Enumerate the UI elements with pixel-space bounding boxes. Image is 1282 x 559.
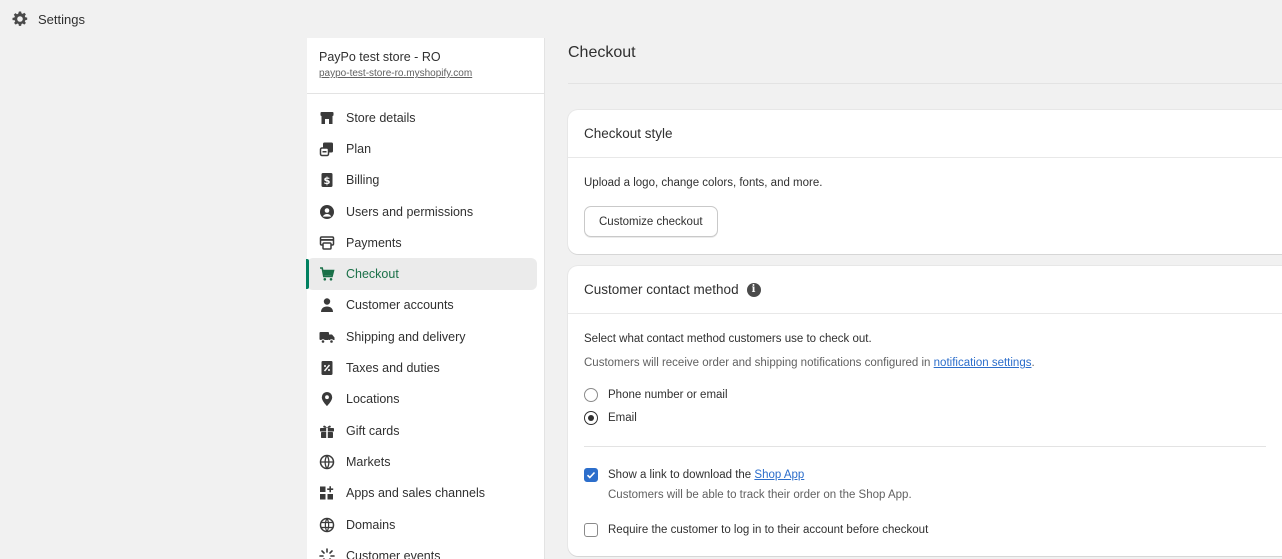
store-icon — [319, 110, 335, 126]
radio-email[interactable]: Email — [584, 411, 637, 425]
sidebar-item-locations[interactable]: Locations — [307, 384, 537, 415]
sidebar-item-markets[interactable]: Markets — [307, 446, 537, 477]
sidebar-item-payments[interactable]: Payments — [307, 227, 537, 258]
require-login-checkbox[interactable] — [584, 523, 598, 537]
top-bar: Settings — [0, 0, 1282, 38]
require-login-checkbox-row[interactable]: Require the customer to log in to their … — [584, 523, 928, 537]
radio-phone-or-email[interactable]: Phone number or email — [584, 388, 728, 402]
title-divider — [568, 83, 1282, 84]
sidebar-item-apps[interactable]: Apps and sales channels — [307, 478, 537, 509]
contact-method-card: Customer contact method i Select what co… — [568, 266, 1282, 556]
sidebar-item-store-details[interactable]: Store details — [307, 102, 537, 133]
receipt-icon — [319, 360, 335, 376]
sidebar-item-users[interactable]: Users and permissions — [307, 196, 537, 227]
truck-icon — [319, 329, 335, 345]
shop-app-checkbox-row[interactable]: Show a link to download the Shop App — [584, 468, 804, 482]
sidebar-item-checkout[interactable]: Checkout — [306, 258, 537, 290]
customize-checkout-button[interactable]: Customize checkout — [584, 206, 718, 237]
radio-phone-or-email-control[interactable] — [584, 388, 598, 402]
cart-icon — [319, 266, 335, 282]
sidebar-item-taxes[interactable]: Taxes and duties — [307, 352, 537, 383]
notification-note-text: Customers will receive order and shippin… — [584, 357, 934, 369]
domain-globe-icon — [319, 517, 335, 533]
page-title: Checkout — [568, 44, 636, 61]
shop-app-help: Customers will be able to track their or… — [608, 489, 912, 501]
sidebar-item-customer-events[interactable]: Customer events — [307, 540, 537, 559]
notification-note-period: . — [1031, 357, 1035, 369]
radio-email-label: Email — [608, 412, 637, 424]
notification-settings-link[interactable]: notification settings — [934, 357, 1032, 369]
location-pin-icon — [319, 391, 335, 407]
apps-icon — [319, 485, 335, 501]
settings-title: Settings — [38, 11, 85, 27]
section-divider — [584, 446, 1266, 447]
radio-phone-or-email-label: Phone number or email — [608, 389, 728, 401]
main-content: Checkout Checkout style Upload a logo, c… — [545, 38, 1282, 559]
require-login-label: Require the customer to log in to their … — [608, 524, 929, 536]
notification-note: Customers will receive order and shippin… — [584, 357, 1035, 369]
shop-app-checkbox[interactable] — [584, 468, 598, 482]
store-name: PayPo test store - RO — [319, 50, 441, 64]
contact-method-header: Customer contact method i — [568, 266, 1282, 314]
billing-icon: $ — [319, 172, 335, 188]
contact-method-description: Select what contact method customers use… — [584, 333, 872, 345]
plan-icon — [319, 141, 335, 157]
sidebar-item-shipping[interactable]: Shipping and delivery — [307, 321, 537, 352]
store-url-link[interactable]: paypo-test-store-ro.myshopify.com — [319, 68, 534, 79]
sidebar-item-gift-cards[interactable]: Gift cards — [307, 415, 537, 446]
shop-app-link[interactable]: Shop App — [754, 469, 804, 481]
svg-text:$: $ — [324, 176, 331, 187]
checkout-style-card: Checkout style Upload a logo, change col… — [568, 110, 1282, 254]
sidebar-item-domains[interactable]: Domains — [307, 509, 537, 540]
left-backdrop — [0, 38, 307, 559]
sidebar-item-customer-accounts[interactable]: Customer accounts — [307, 290, 537, 321]
info-icon[interactable]: i — [746, 282, 761, 297]
payments-icon — [319, 235, 335, 251]
events-icon — [319, 547, 335, 559]
globe-icon — [319, 454, 335, 470]
settings-nav: Store details Plan $ Billing Users and p… — [306, 94, 544, 559]
contact-method-heading: Customer contact method — [584, 282, 739, 297]
person-icon — [319, 297, 335, 313]
shop-app-label-text: Show a link to download the — [608, 469, 755, 481]
settings-sidebar: PayPo test store - RO paypo-test-store-r… — [306, 38, 545, 559]
sidebar-item-plan[interactable]: Plan — [307, 133, 537, 164]
shop-app-label: Show a link to download the Shop App — [608, 469, 804, 481]
user-circle-icon — [319, 204, 335, 220]
checkout-style-heading: Checkout style — [568, 110, 1282, 158]
store-header: PayPo test store - RO paypo-test-store-r… — [307, 38, 544, 94]
checkout-style-description: Upload a logo, change colors, fonts, and… — [584, 177, 823, 189]
gift-icon — [319, 423, 335, 439]
radio-email-control[interactable] — [584, 411, 598, 425]
sidebar-item-billing[interactable]: $ Billing — [307, 165, 537, 196]
gear-icon — [12, 11, 28, 27]
